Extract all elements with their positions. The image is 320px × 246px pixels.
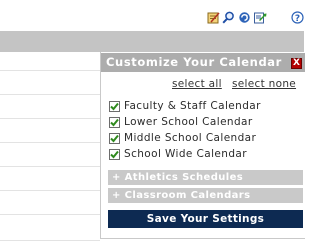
customize-calendar-panel: Customize Your Calendar X select all sel… <box>100 52 305 239</box>
checkbox[interactable] <box>109 132 120 144</box>
export-icon[interactable] <box>254 9 267 24</box>
select-none-link[interactable]: select none <box>232 78 296 90</box>
calendar-label: School Wide Calendar <box>124 148 247 160</box>
row-divider <box>0 214 100 215</box>
save-settings-button[interactable]: Save Your Settings <box>108 210 303 228</box>
row-divider <box>0 190 100 191</box>
sync-icon[interactable] <box>238 9 251 23</box>
row-divider <box>0 70 100 71</box>
check-icon <box>110 102 119 110</box>
calendar-label: Middle School Calendar <box>124 132 257 144</box>
list-item[interactable]: Lower School Calendar <box>109 114 261 130</box>
row-divider <box>0 240 100 241</box>
checkbox[interactable] <box>109 100 120 112</box>
search-icon[interactable] <box>222 9 235 24</box>
calendar-label: Faculty & Staff Calendar <box>124 100 261 112</box>
check-icon <box>110 118 119 126</box>
select-none-label[interactable]: select none <box>232 78 296 90</box>
row-divider <box>0 118 100 119</box>
select-all-label[interactable]: select all <box>172 78 222 90</box>
classroom-calendars-toggle[interactable]: + Classroom Calendars <box>108 188 303 203</box>
panel-header: Customize Your Calendar X <box>101 53 305 72</box>
check-icon <box>110 150 119 158</box>
svg-text:?: ? <box>295 14 300 24</box>
help-icon[interactable]: ? <box>291 9 304 24</box>
calendar-title-bar <box>0 31 304 52</box>
close-icon[interactable]: X <box>291 58 302 69</box>
checkbox[interactable] <box>109 116 120 128</box>
check-icon <box>110 134 119 142</box>
row-divider <box>0 166 100 167</box>
top-toolbar: ? <box>0 0 304 31</box>
list-item[interactable]: Middle School Calendar <box>109 130 261 146</box>
edit-icon[interactable] <box>207 9 220 24</box>
athletics-schedules-toggle[interactable]: + Athletics Schedules <box>108 170 303 185</box>
list-item[interactable]: Faculty & Staff Calendar <box>109 98 261 114</box>
panel-title: Customize Your Calendar <box>106 55 282 69</box>
row-divider <box>0 142 100 143</box>
calendar-list: Faculty & Staff Calendar Lower School Ca… <box>109 98 261 162</box>
checkbox[interactable] <box>109 148 120 160</box>
select-all-link[interactable]: select all <box>172 78 222 90</box>
list-item[interactable]: School Wide Calendar <box>109 146 261 162</box>
row-divider <box>0 94 100 95</box>
calendar-label: Lower School Calendar <box>124 116 253 128</box>
